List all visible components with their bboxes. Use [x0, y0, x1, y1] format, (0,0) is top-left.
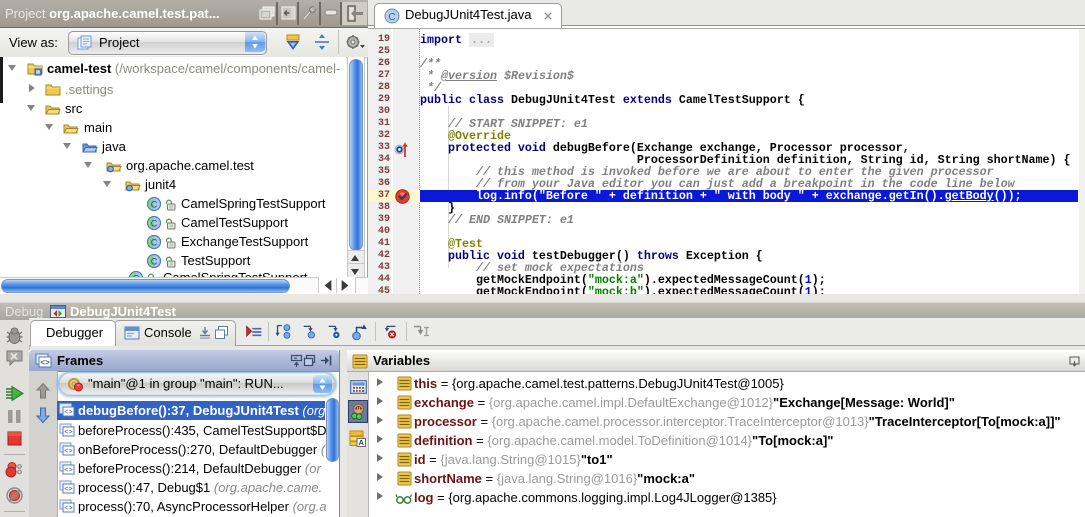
svg-text:<>: <>	[64, 409, 72, 417]
svg-text:C: C	[151, 238, 158, 248]
svg-text:C: C	[151, 257, 158, 267]
svg-text:<>: <>	[64, 486, 72, 494]
svg-text:<>: <>	[64, 429, 72, 437]
svg-text:<>: <>	[40, 359, 50, 368]
svg-text:<>: <>	[64, 448, 72, 456]
svg-text:<>: <>	[64, 505, 72, 513]
svg-text:C: C	[151, 200, 158, 210]
svg-text:C: C	[151, 219, 158, 229]
svg-text:C: C	[388, 12, 395, 23]
svg-text:<>: <>	[64, 467, 72, 475]
svg-text:A: A	[358, 438, 364, 447]
